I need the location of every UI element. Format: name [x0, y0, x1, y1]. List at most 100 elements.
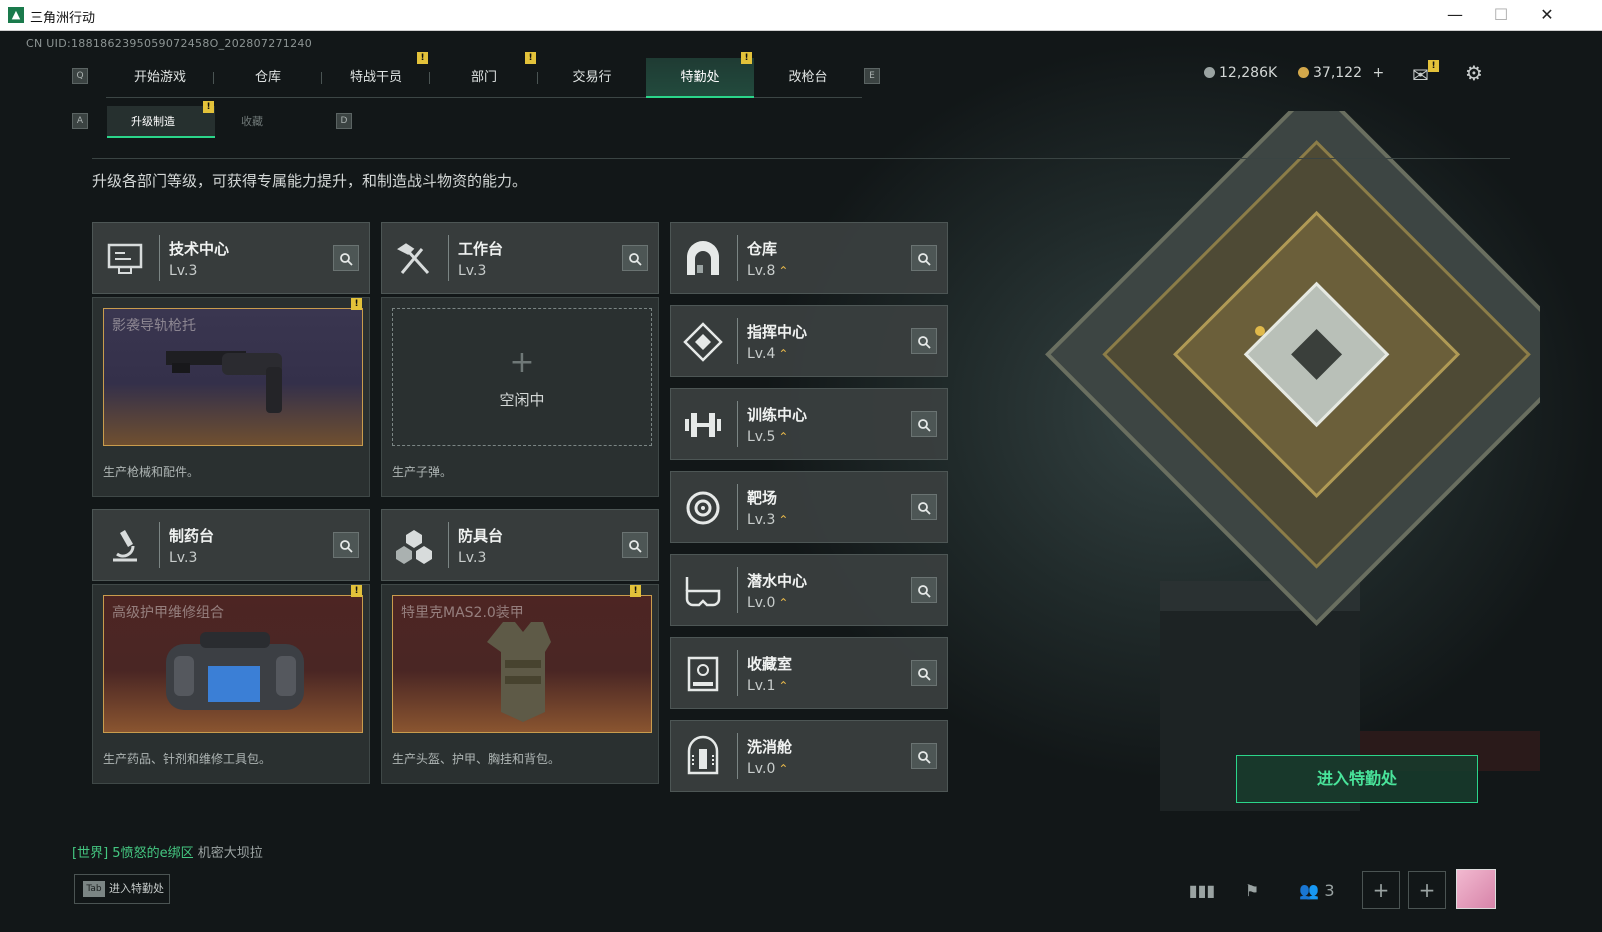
upgrade-arrow-icon: ⌃: [778, 347, 789, 361]
facility-level-value: Lv.1: [747, 678, 776, 694]
facility-level: Lv.1 ⌃: [747, 678, 788, 694]
tab-operators[interactable]: 特战干员 !: [322, 52, 430, 98]
workshop-card-workbench[interactable]: 工作台 Lv.3: [381, 222, 659, 294]
facility-card-training[interactable]: 训练中心 Lv.5 ⌃: [670, 388, 948, 460]
facility-level-value: Lv.0: [747, 595, 776, 611]
production-slot-armor[interactable]: 特里克MAS2.0装甲 ! 生产头盔、护甲、胸挂和背包。: [381, 584, 659, 784]
facility-name: 洗消舱: [747, 738, 793, 756]
monitor-circuit-icon: [107, 243, 143, 274]
gold-coin-icon: [1298, 67, 1309, 78]
slot-caption: 生产药品、针剂和维修工具包。: [103, 752, 272, 766]
alert-badge: !: [741, 52, 752, 64]
add-slot-button[interactable]: +: [1362, 871, 1400, 909]
tab-label: 开始游戏: [133, 70, 186, 85]
card-divider: [737, 650, 738, 696]
search-icon[interactable]: [911, 328, 937, 354]
production-slot-tech[interactable]: 影袭导轨枪托 ! 生产枪械和配件。: [92, 297, 370, 497]
facility-card-range[interactable]: 靶场 Lv.3 ⌃: [670, 471, 948, 543]
background-cube-art: [1045, 111, 1540, 811]
add-currency-button[interactable]: +: [1372, 65, 1384, 81]
facility-card-collection[interactable]: 收藏室 Lv.1 ⌃: [670, 637, 948, 709]
dumbbell-icon: [685, 413, 721, 437]
tab-market[interactable]: 交易行: [538, 58, 646, 98]
item-frame: 高级护甲维修组合: [103, 595, 363, 733]
tab-key-hint[interactable]: Tab 进入特勤处: [74, 874, 170, 904]
subtab-key-d: D: [336, 113, 352, 129]
chat-message: 机密大坝拉: [197, 846, 263, 861]
facility-card-decon[interactable]: 洗消舱 Lv.0 ⌃: [670, 720, 948, 792]
card-divider: [737, 733, 738, 779]
facility-level-value: Lv.8: [747, 263, 776, 279]
player-uid: CN UID:1881862395059072458O_202807271240: [26, 37, 312, 50]
maximize-button[interactable]: ☐: [1478, 0, 1524, 30]
facility-name: 靶场: [747, 489, 778, 507]
workshop-card-tech[interactable]: 技术中心 Lv.3: [92, 222, 370, 294]
facility-card-command[interactable]: 指挥中心 Lv.4 ⌃: [670, 305, 948, 377]
facility-name: 指挥中心: [747, 323, 808, 341]
chat-user: 5愤怒的e绑区: [112, 846, 194, 861]
search-icon[interactable]: [333, 245, 359, 271]
subtab-badge: !: [203, 101, 214, 113]
tab-label: 部门: [470, 70, 497, 85]
card-divider: [737, 401, 738, 447]
search-icon[interactable]: [333, 532, 359, 558]
search-icon[interactable]: [911, 494, 937, 520]
search-icon[interactable]: [911, 577, 937, 603]
window-titlebar: ▲ 三角洲行动 — ☐ ✕: [0, 0, 1602, 31]
silver-coin-icon: [1204, 67, 1215, 78]
idle-slot[interactable]: + 空闲中: [392, 308, 652, 446]
tab-start-game[interactable]: 开始游戏: [106, 58, 214, 98]
friends-icon[interactable]: 👥 3: [1292, 873, 1342, 909]
search-icon[interactable]: [911, 245, 937, 271]
facility-level: Lv.0 ⌃: [747, 595, 788, 611]
search-icon[interactable]: [911, 743, 937, 769]
target-icon: [686, 491, 720, 525]
tab-key-label: Tab: [83, 881, 105, 897]
mail-icon[interactable]: ✉: [1412, 63, 1429, 87]
close-window-button[interactable]: ✕: [1524, 0, 1570, 30]
facility-level: Lv.4 ⌃: [747, 346, 788, 362]
tab-special-ops[interactable]: 特勤处 !: [646, 52, 754, 98]
flag-icon[interactable]: ⚑: [1232, 873, 1272, 909]
subtab-label: 收藏: [241, 115, 263, 128]
item-name: 高级护甲维修组合: [112, 605, 224, 621]
stats-chart-icon[interactable]: ▮▮▮: [1182, 873, 1222, 909]
card-divider: [448, 522, 449, 568]
facility-card-diving[interactable]: 潜水中心 Lv.0 ⌃: [670, 554, 948, 626]
world-chat-line[interactable]: [世界] 5愤怒的e绑区 机密大坝拉: [72, 842, 263, 861]
production-slot-pharmacy[interactable]: 高级护甲维修组合 ! 生产药品、针剂和维修工具包。: [92, 584, 370, 784]
subtab-upgrade-craft[interactable]: 升级制造: [107, 106, 215, 138]
add-slot-button[interactable]: +: [1408, 871, 1446, 909]
workshop-name: 制药台: [169, 527, 215, 545]
workshop-card-pharmacy[interactable]: 制药台 Lv.3: [92, 509, 370, 581]
upgrade-arrow-icon: ⌃: [778, 264, 789, 278]
card-divider: [737, 235, 738, 281]
decontamination-chamber-icon: [687, 735, 719, 775]
app-logo-icon: ▲: [8, 7, 24, 23]
card-divider: [159, 235, 160, 281]
search-icon[interactable]: [911, 660, 937, 686]
search-icon[interactable]: [911, 411, 937, 437]
rail-stock-image: [166, 351, 282, 413]
tab-gunsmith[interactable]: 改枪台: [754, 58, 862, 98]
settings-gear-icon[interactable]: ⚙: [1465, 61, 1483, 85]
microscope-icon: [113, 530, 137, 562]
tab-department[interactable]: 部门 !: [430, 52, 538, 98]
workshop-name: 工作台: [458, 240, 504, 258]
facility-card-warehouse[interactable]: 仓库 Lv.8 ⌃: [670, 222, 948, 294]
header-divider: [92, 158, 1510, 159]
repair-kit-bag-image: [166, 632, 304, 710]
workshop-level: Lv.3: [458, 263, 487, 279]
workshop-name: 技术中心: [169, 240, 230, 258]
workshop-card-armor[interactable]: 防具台 Lv.3: [381, 509, 659, 581]
workshop-name: 防具台: [458, 527, 504, 545]
production-slot-workbench[interactable]: + 空闲中 生产子弹。: [381, 297, 659, 497]
search-icon[interactable]: [622, 245, 648, 271]
card-divider: [737, 567, 738, 613]
minimize-button[interactable]: —: [1432, 0, 1478, 30]
search-icon[interactable]: [622, 532, 648, 558]
enter-special-ops-button[interactable]: 进入特勤处: [1236, 755, 1478, 803]
avatar[interactable]: [1456, 869, 1496, 909]
tab-warehouse[interactable]: 仓库: [214, 58, 322, 98]
subtab-collection[interactable]: 收藏: [217, 106, 325, 138]
